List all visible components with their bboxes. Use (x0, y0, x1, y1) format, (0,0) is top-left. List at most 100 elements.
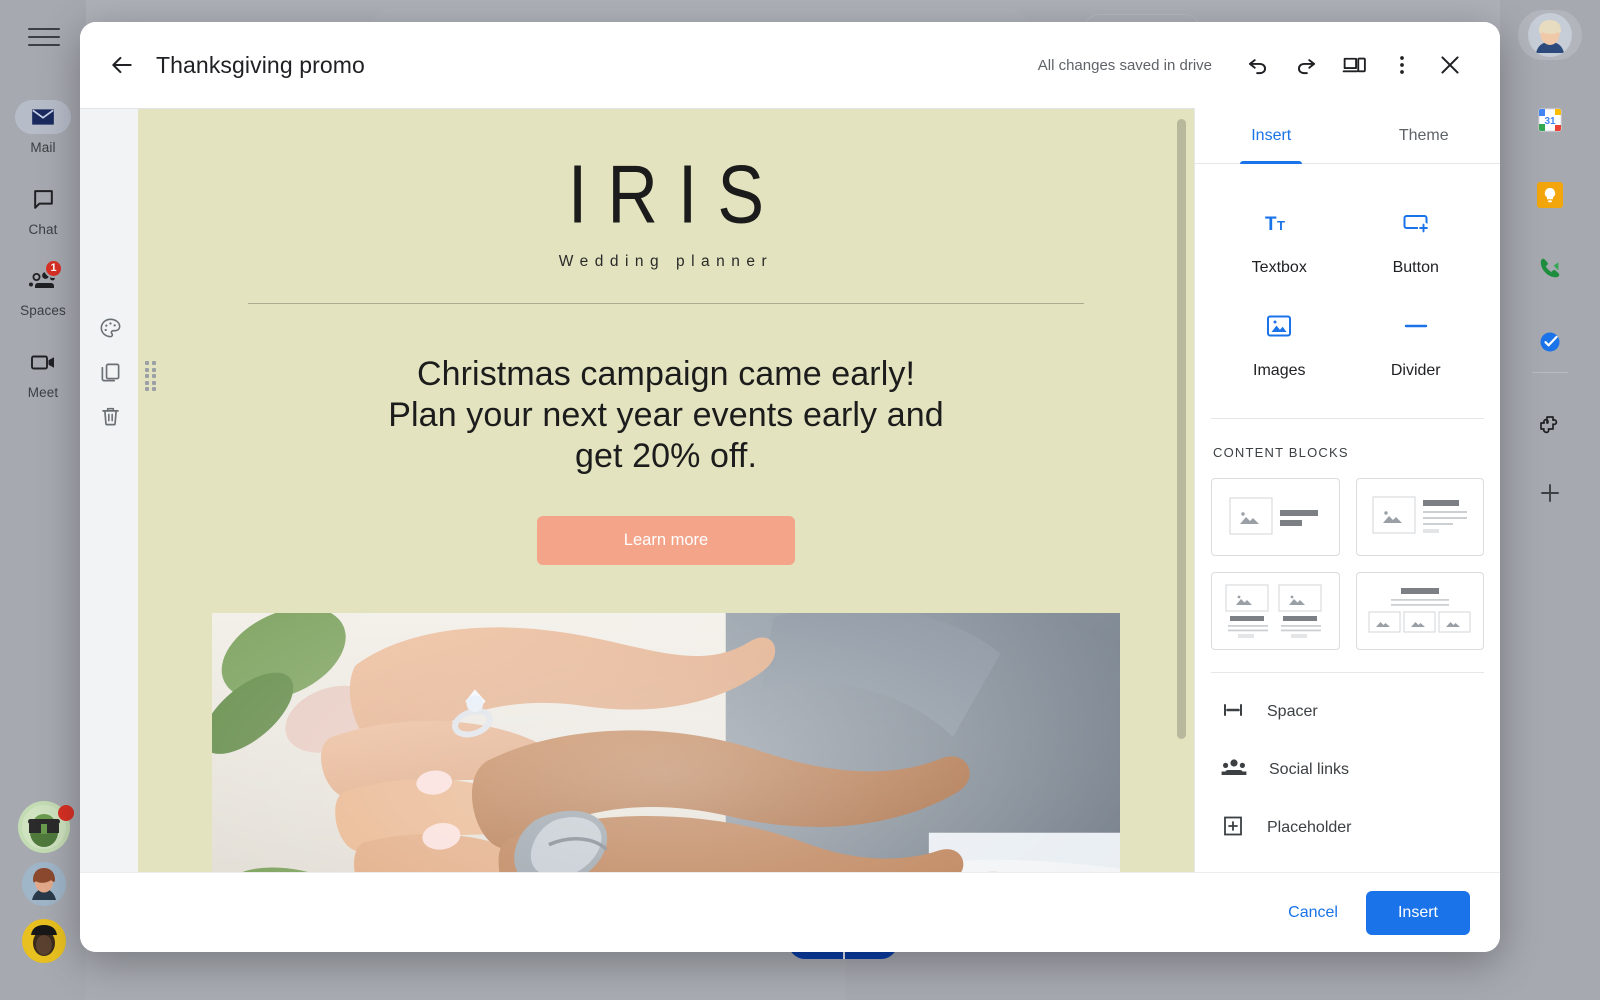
rail-item-label: Mail (30, 140, 56, 155)
chat-icon (15, 182, 71, 216)
google-voice-icon[interactable] (1532, 250, 1568, 286)
list-item-label: Spacer (1267, 703, 1318, 720)
insert-item-label: Divider (1390, 362, 1441, 379)
image-icon (1264, 311, 1294, 346)
button-icon (1401, 208, 1431, 243)
list-item-label: Placeholder (1267, 819, 1352, 836)
insert-button[interactable]: Insert (1365, 890, 1470, 935)
redo-icon (1297, 59, 1316, 75)
close-icon (1441, 56, 1459, 74)
contact-status-badge (58, 805, 74, 821)
panel-divider-2 (1211, 672, 1484, 673)
block-image-left-short-text[interactable] (1211, 478, 1340, 556)
add-icon[interactable] (1532, 475, 1568, 511)
back-arrow-icon (112, 56, 132, 74)
panel-tab-bar: Insert Theme (1195, 108, 1500, 164)
spacer-icon (1221, 698, 1245, 727)
preview-devices-icon (1342, 57, 1366, 72)
google-tasks-icon[interactable] (1532, 323, 1568, 359)
google-keep-icon[interactable] (1532, 177, 1568, 213)
dialog-header: Thanksgiving promo All changes saved in … (80, 22, 1500, 108)
block-heading-three-images[interactable] (1355, 572, 1484, 650)
left-app-rail: Mail Chat 1 Spaces Meet (0, 0, 86, 1000)
account-avatar-button[interactable] (1518, 10, 1582, 60)
headline-line-1: Christmas campaign came early! (416, 355, 916, 393)
save-status-text: All changes saved in drive (1037, 56, 1212, 74)
avatar (1528, 13, 1572, 57)
insert-item-button[interactable]: Button (1348, 200, 1485, 285)
palette-icon[interactable] (95, 313, 125, 343)
block-toolbar (95, 313, 141, 431)
block-drag-handle[interactable] (145, 361, 159, 391)
google-calendar-icon[interactable]: 31 (1532, 102, 1568, 138)
divider-icon (1401, 311, 1431, 346)
right-side-panel-rail: 31 (1500, 0, 1600, 1000)
headline-line-3: get 20% off. (574, 436, 758, 475)
main-menu-icon[interactable] (28, 25, 60, 49)
brand-tagline: Wedding planner (558, 253, 774, 270)
email-logo-block[interactable]: IRIS Wedding planner (138, 109, 1194, 271)
email-headline-block[interactable]: Christmas campaign came early! Plan your… (226, 354, 1106, 476)
block-two-column-image-text[interactable] (1211, 572, 1340, 650)
contact-avatar-3[interactable] (22, 919, 66, 963)
canvas-scrollbar-thumb[interactable] (1177, 119, 1186, 739)
tab-theme[interactable]: Theme (1348, 108, 1501, 163)
spaces-icon: 1 (15, 259, 71, 297)
rail-divider (1532, 372, 1568, 373)
insert-item-images[interactable]: Images (1211, 303, 1348, 388)
rail-item-mail[interactable]: Mail (0, 100, 86, 155)
email-cta-block: Learn more (138, 516, 1194, 566)
list-item-social-links[interactable]: Social links (1211, 741, 1484, 799)
content-blocks-grid (1211, 478, 1484, 650)
list-item-placeholder[interactable]: Placeholder (1211, 799, 1484, 857)
svg-text:T: T (1277, 218, 1285, 233)
insert-item-divider[interactable]: Divider (1348, 303, 1485, 388)
svg-text:31: 31 (1544, 116, 1556, 127)
panel-divider-1 (1211, 418, 1484, 419)
rail-item-spaces[interactable]: 1 Spaces (0, 259, 86, 318)
email-image-block[interactable] (212, 613, 1120, 872)
list-item-spacer[interactable]: Spacer (1211, 683, 1484, 741)
back-button[interactable] (98, 41, 146, 89)
rail-item-chat[interactable]: Chat (0, 182, 86, 237)
headline-line-2: Plan your next year events early and (388, 395, 944, 434)
email-editor-canvas[interactable]: IRIS Wedding planner Christmas campaign … (80, 108, 1194, 872)
insert-items-grid: T T Textbox Button Images Divider (1211, 164, 1484, 396)
insert-panel: Insert Theme T T Textbox Button Images D… (1194, 108, 1500, 872)
undo-button[interactable] (1234, 41, 1282, 89)
rail-item-meet[interactable]: Meet (0, 345, 86, 400)
tab-insert[interactable]: Insert (1195, 108, 1348, 163)
brand-logo-text: IRIS (567, 147, 785, 241)
block-image-left-paragraph[interactable] (1355, 478, 1484, 556)
add-on-puzzle-icon[interactable] (1532, 408, 1568, 444)
cancel-button[interactable]: Cancel (1270, 893, 1356, 933)
email-preview-surface[interactable]: IRIS Wedding planner Christmas campaign … (138, 109, 1194, 872)
email-designer-dialog: Thanksgiving promo All changes saved in … (80, 22, 1500, 952)
email-divider (248, 303, 1084, 304)
insert-item-label: Textbox (1251, 259, 1307, 276)
contact-avatar-2[interactable] (22, 862, 66, 906)
more-options-button[interactable] (1378, 41, 1426, 89)
page-title: Thanksgiving promo (156, 51, 365, 78)
delete-icon[interactable] (95, 401, 125, 431)
panel-scroll-area: T T Textbox Button Images Divider CONTEN… (1195, 164, 1500, 872)
learn-more-button[interactable]: Learn more (537, 516, 795, 566)
wedding-photo (212, 613, 1120, 872)
insert-item-textbox[interactable]: T T Textbox (1211, 200, 1348, 285)
redo-button[interactable] (1282, 41, 1330, 89)
insert-item-label: Button (1392, 259, 1439, 276)
rail-item-label: Chat (28, 222, 58, 237)
rail-item-label: Meet (27, 385, 59, 400)
social-links-icon (1221, 757, 1247, 784)
rail-item-label: Spaces (20, 303, 66, 318)
more-options-icon (1400, 56, 1404, 74)
content-blocks-heading: CONTENT BLOCKS (1213, 445, 1349, 460)
placeholder-plus-icon (1221, 814, 1245, 843)
spaces-unread-badge: 1 (44, 259, 63, 278)
list-item-label: Social links (1269, 761, 1350, 778)
preview-devices-button[interactable] (1330, 41, 1378, 89)
duplicate-icon[interactable] (95, 357, 125, 387)
email-content: IRIS Wedding planner Christmas campaign … (138, 109, 1194, 872)
textbox-icon: T T (1264, 208, 1294, 243)
close-button[interactable] (1426, 41, 1474, 89)
